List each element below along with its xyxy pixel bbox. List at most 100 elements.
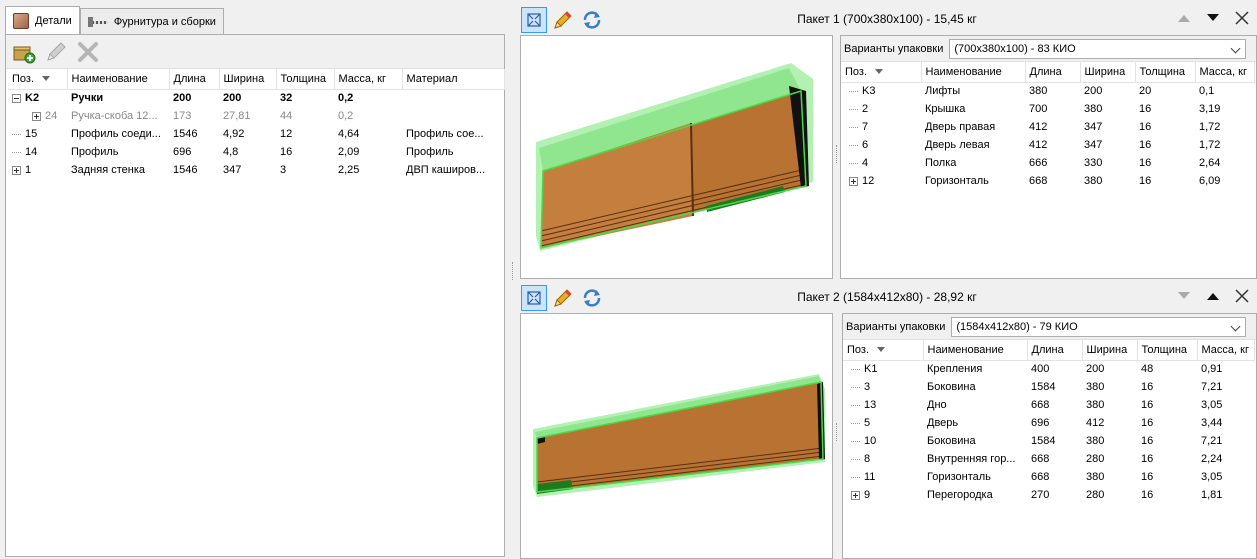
package-2-3d-model — [533, 374, 825, 497]
arrow-up-icon — [1178, 15, 1190, 22]
delete-icon — [78, 41, 98, 62]
table-row[interactable]: 13 Дно 668 380 16 3,05 — [843, 396, 1254, 414]
splitter-grip-icon — [836, 423, 838, 441]
table-row[interactable]: 15 Профиль соеди... 1546 4,92 12 4,64 Профил… — [8, 125, 504, 143]
table-row[interactable]: 1 Задняя стенка 1546 347 3 2,25 ДВП каширов.… — [8, 161, 504, 179]
tree-line-icon — [851, 404, 860, 406]
tab-hardware-label: Фурнитура и сборки — [113, 15, 216, 28]
collapse-icon[interactable] — [12, 93, 21, 103]
package-2-3d-view[interactable] — [520, 313, 833, 559]
col-length[interactable]: Длина — [169, 69, 220, 90]
add-part-icon — [13, 46, 36, 63]
tree-line-icon — [851, 458, 860, 460]
package-2-header: Пакет 2 (1584x412x80) - 28,92 кг — [517, 281, 1257, 313]
table-row[interactable]: 12 Горизонталь 668 380 16 6,09 — [841, 172, 1254, 190]
col-width[interactable]: Ширина — [1082, 340, 1138, 361]
app-window: Детали Фурнитура и сборки Поз. Наименова… — [0, 0, 1257, 559]
table-row[interactable]: K3 Лифты 380 200 20 0,1 — [841, 82, 1254, 100]
refresh-package-button[interactable] — [579, 285, 605, 311]
table-row[interactable]: 6 Дверь левая 412 347 16 1,72 — [841, 136, 1254, 154]
edit-package-button[interactable] — [550, 285, 576, 311]
tab-details[interactable]: Детали — [5, 6, 80, 34]
hardware-icon — [87, 16, 108, 28]
col-length[interactable]: Длина — [1027, 340, 1083, 361]
table-row[interactable]: 7 Дверь правая 412 347 16 1,72 — [841, 118, 1254, 136]
table-row[interactable]: 5 Дверь 696 412 16 3,44 — [843, 414, 1254, 432]
package-1-3d-model — [536, 63, 813, 251]
refresh-icon — [583, 11, 601, 29]
col-mass[interactable]: Масса, кг — [1195, 62, 1255, 83]
move-down-button[interactable] — [1171, 283, 1197, 309]
edit-part-button[interactable] — [43, 39, 69, 65]
col-name[interactable]: Наименование — [923, 340, 1028, 361]
fit-view-icon — [527, 13, 541, 27]
table-row[interactable]: 24 Ручка-скоба 12... 173 27,81 44 0,2 — [8, 107, 504, 125]
col-name[interactable]: Наименование — [67, 69, 170, 90]
package-1-splitter[interactable] — [833, 35, 840, 279]
table-row[interactable]: 9 Перегородка 270 280 16 1,81 — [843, 486, 1254, 504]
expand-icon[interactable] — [12, 165, 21, 175]
col-mass[interactable]: Масса, кг — [334, 69, 403, 90]
col-width[interactable]: Ширина — [219, 69, 277, 90]
package-1-variants-bar: Варианты упаковки (700x380x100) - 83 КИО — [841, 36, 1256, 62]
expand-icon[interactable] — [849, 176, 858, 186]
col-width[interactable]: Ширина — [1080, 62, 1136, 83]
fit-view-button[interactable] — [521, 7, 547, 33]
col-pos[interactable]: Поз. — [841, 62, 922, 83]
move-down-button[interactable] — [1200, 5, 1226, 31]
refresh-package-button[interactable] — [579, 7, 605, 33]
close-package-button[interactable] — [1229, 283, 1255, 309]
chevron-down-icon — [1230, 43, 1241, 53]
fit-view-icon — [527, 291, 541, 305]
col-material[interactable]: Материал — [402, 69, 505, 90]
table-row[interactable]: 4 Полка 666 330 16 2,64 — [841, 154, 1254, 172]
table-row[interactable]: K1 Крепления 400 200 48 0,91 — [843, 360, 1254, 378]
variants-select[interactable]: (700x380x100) - 83 КИО — [949, 38, 1247, 59]
pencil-icon — [554, 289, 572, 307]
col-thickness[interactable]: Толщина — [1137, 340, 1198, 361]
edit-package-button[interactable] — [550, 7, 576, 33]
col-length[interactable]: Длина — [1025, 62, 1081, 83]
tree-line-icon — [12, 133, 21, 135]
table-row[interactable]: 14 Профиль 696 4,8 16 2,09 Профиль — [8, 143, 504, 161]
table-row[interactable]: 10 Боковина 1584 380 16 7,21 — [843, 432, 1254, 450]
sort-desc-icon — [877, 347, 885, 353]
main-splitter[interactable] — [509, 0, 517, 559]
table-row[interactable]: 11 Горизонталь 668 380 16 3,05 — [843, 468, 1254, 486]
move-up-button[interactable] — [1171, 5, 1197, 31]
parts-body: Поз. Наименование Длина Ширина Толщина М… — [5, 34, 505, 557]
fit-view-button[interactable] — [521, 285, 547, 311]
tab-hardware[interactable]: Фурнитура и сборки — [79, 8, 224, 34]
refresh-icon — [583, 289, 601, 307]
col-thickness[interactable]: Толщина — [1135, 62, 1196, 83]
variants-select[interactable]: (1584x412x80) - 79 КИО — [951, 316, 1247, 337]
table-row[interactable]: 2 Крышка 700 380 16 3,19 — [841, 100, 1254, 118]
package-1-title: Пакет 1 (700x380x100) - 15,45 кг — [797, 12, 977, 26]
delete-part-button[interactable] — [75, 39, 101, 65]
table-row[interactable]: 8 Внутренняя гор... 668 280 16 2,24 — [843, 450, 1254, 468]
table-row[interactable]: K2 Ручки 200 200 32 0,2 — [8, 89, 504, 107]
package-table-header: Поз. Наименование Длина Ширина Толщина М… — [843, 340, 1255, 361]
variants-label: Варианты упаковки — [844, 42, 944, 55]
table-row[interactable]: 3 Боковина 1584 380 16 7,21 — [843, 378, 1254, 396]
package-2-splitter[interactable] — [833, 313, 840, 559]
pencil-icon — [554, 11, 572, 29]
add-part-button[interactable] — [11, 39, 37, 65]
col-name[interactable]: Наименование — [921, 62, 1026, 83]
expand-icon[interactable] — [32, 111, 41, 121]
col-pos[interactable]: Поз. — [843, 340, 924, 361]
package-1-table: Поз. Наименование Длина Ширина Толщина М… — [841, 62, 1255, 190]
pencil-icon — [47, 41, 66, 61]
close-package-button[interactable] — [1229, 5, 1255, 31]
col-mass[interactable]: Масса, кг — [1197, 340, 1255, 361]
tree-line-icon — [849, 126, 858, 128]
tree-line-icon — [851, 422, 860, 424]
package-table-header: Поз. Наименование Длина Ширина Толщина М… — [841, 62, 1255, 83]
package-1-3d-view[interactable] — [520, 35, 833, 279]
col-thickness[interactable]: Толщина — [276, 69, 335, 90]
parts-table-header: Поз. Наименование Длина Ширина Толщина М… — [8, 69, 505, 90]
expand-icon[interactable] — [851, 490, 860, 500]
col-pos[interactable]: Поз. — [8, 69, 68, 90]
move-up-button[interactable] — [1200, 283, 1226, 309]
package-2-title: Пакет 2 (1584x412x80) - 28,92 кг — [797, 290, 977, 304]
